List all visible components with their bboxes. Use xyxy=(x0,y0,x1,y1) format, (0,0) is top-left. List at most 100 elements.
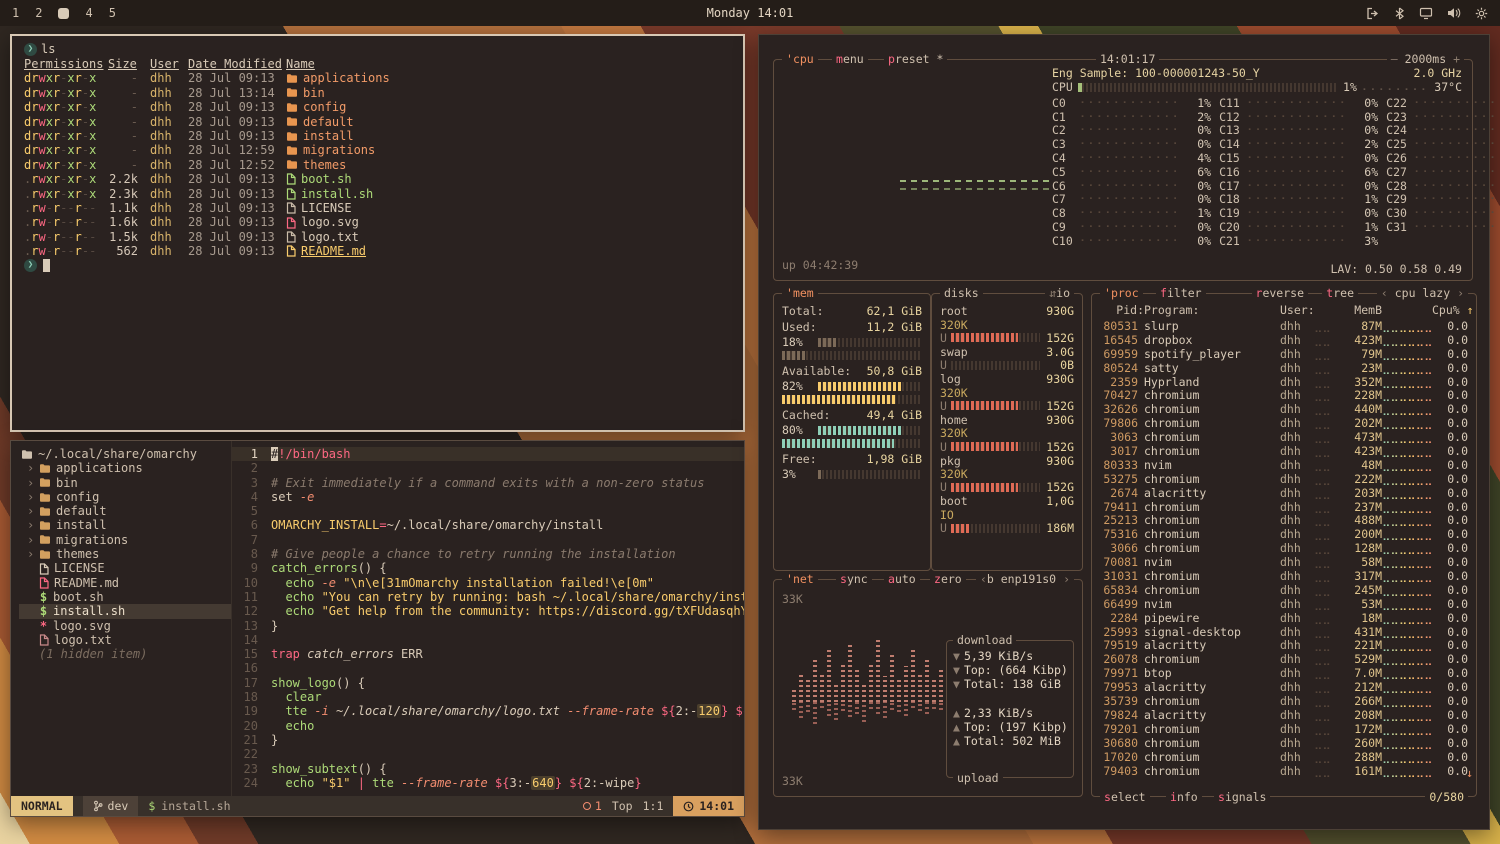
logout-icon[interactable] xyxy=(1366,7,1380,20)
column-name: Name xyxy=(286,57,731,71)
process-row[interactable]: 35739chromiumdhh⣀⣀266M⣀⣀⣀⣀⣀⣀0.0 xyxy=(1100,694,1468,708)
preset-button[interactable]: preset * xyxy=(884,52,947,66)
process-row[interactable]: 80531slurpdhh⣀⣀87M⣀⣀⣀⣀⣀⣀0.0 xyxy=(1100,319,1468,333)
core-meter: ⠂⠂⠂⠂⠂⠂⠂⠂⠂⠂⠂⠂ xyxy=(1080,110,1181,124)
workspace-2[interactable]: 2 xyxy=(35,6,42,20)
process-row[interactable]: 3017chromiumdhh⣀⣀423M⣀⣀⣀⣀⣀⣀0.0 xyxy=(1100,444,1468,458)
process-row[interactable]: 80524sattydhh⣀⣀23M⣀⣀⣀⣀⣀⣀0.0 xyxy=(1100,361,1468,375)
tree-item-label: config xyxy=(56,490,99,504)
prompt-line-active[interactable]: ❯ xyxy=(24,258,731,273)
header-program[interactable]: Program: xyxy=(1144,303,1280,317)
process-row[interactable]: 25213chromiumdhh⣀⣀488M⣀⣀⣀⣀⣀⣀0.0 xyxy=(1100,513,1468,527)
diagnostics-badge[interactable]: 1 xyxy=(583,799,602,813)
workspace-1[interactable]: 1 xyxy=(12,6,19,20)
tree-item[interactable]: ›default xyxy=(19,504,231,518)
process-mem: 260M xyxy=(1336,736,1382,750)
tree-item[interactable]: ›install xyxy=(19,518,231,532)
process-row[interactable]: 25993signal-desktopdhh⣀⣀431M⣀⣀⣀⣀⣀⣀0.0 xyxy=(1100,625,1468,639)
display-icon[interactable] xyxy=(1419,7,1433,20)
process-row[interactable]: 30680chromiumdhh⣀⣀260M⣀⣀⣀⣀⣀⣀0.0 xyxy=(1100,736,1468,750)
process-row[interactable]: 2284pipewiredhh⣀⣀18M⣀⣀⣀⣀⣀⣀0.0 xyxy=(1100,611,1468,625)
filter-button[interactable]: filter xyxy=(1156,286,1206,300)
header-cpu[interactable]: Cpu% ↑ xyxy=(1432,303,1474,317)
process-row[interactable]: 79411chromiumdhh⣀⣀237M⣀⣀⣀⣀⣀⣀0.0 xyxy=(1100,500,1468,514)
net-auto-button[interactable]: auto xyxy=(884,572,920,586)
process-row[interactable]: 32626chromiumdhh⣀⣀440M⣀⣀⣀⣀⣀⣀0.0 xyxy=(1100,402,1468,416)
volume-icon[interactable] xyxy=(1447,7,1461,19)
tree-item[interactable]: *logo.svg xyxy=(19,619,231,633)
workspace-5[interactable]: 5 xyxy=(109,6,116,20)
net-graph-bar xyxy=(855,702,859,714)
process-row[interactable]: 79201chromiumdhh⣀⣀172M⣀⣀⣀⣀⣀⣀0.0 xyxy=(1100,722,1468,736)
process-row[interactable]: 79971btopdhh⣀⣀7.0M⣀⣀⣀⣀⣀⣀0.0 xyxy=(1100,666,1468,680)
net-zero-button[interactable]: zero xyxy=(930,572,966,586)
process-row[interactable]: 2674alacrittydhh⣀⣀203M⣀⣀⣀⣀⣀⣀0.0 xyxy=(1100,486,1468,500)
process-row[interactable]: 79953alacrittydhh⣀⣀212M⣀⣀⣀⣀⣀⣀0.0 xyxy=(1100,680,1468,694)
tree-item[interactable]: ›themes xyxy=(19,547,231,561)
header-user[interactable]: User: xyxy=(1280,303,1314,317)
tree-item[interactable]: ›migrations xyxy=(19,533,231,547)
select-button[interactable]: select xyxy=(1100,790,1150,804)
git-branch[interactable]: dev xyxy=(83,796,139,816)
mem-available-pct: 82% xyxy=(782,379,814,393)
process-row[interactable]: 53275chromiumdhh⣀⣀222M⣀⣀⣀⣀⣀⣀0.0 xyxy=(1100,472,1468,486)
process-row[interactable]: 3063chromiumdhh⣀⣀473M⣀⣀⣀⣀⣀⣀0.0 xyxy=(1100,430,1468,444)
process-row[interactable]: 79806chromiumdhh⣀⣀202M⣀⣀⣀⣀⣀⣀0.0 xyxy=(1100,416,1468,430)
code-editor[interactable]: 1#!/bin/bash23# Exit immediately if a co… xyxy=(231,441,744,796)
process-name: chromium xyxy=(1144,430,1280,444)
tree-button[interactable]: tree xyxy=(1322,286,1358,300)
scroll-down-icon[interactable]: ↓ xyxy=(1466,766,1473,780)
tree-item[interactable]: ›config xyxy=(19,490,231,504)
tree-item[interactable]: $install.sh xyxy=(19,604,231,618)
sort-mode-selector[interactable]: ‹ cpu lazy › xyxy=(1377,286,1468,300)
reverse-button[interactable]: reverse xyxy=(1252,286,1308,300)
process-row[interactable]: 26078chromiumdhh⣀⣀529M⣀⣀⣀⣀⣀⣀0.0 xyxy=(1100,652,1468,666)
process-row[interactable]: 31031chromiumdhh⣀⣀317M⣀⣀⣀⣀⣀⣀0.0 xyxy=(1100,569,1468,583)
tree-item[interactable]: logo.txt xyxy=(19,633,231,647)
workspace-4[interactable]: 4 xyxy=(85,6,92,20)
signals-button[interactable]: signals xyxy=(1214,790,1270,804)
process-row[interactable]: 70427chromiumdhh⣀⣀228M⣀⣀⣀⣀⣀⣀0.0 xyxy=(1100,388,1468,402)
process-mem: 48M xyxy=(1336,458,1382,472)
process-row[interactable]: 66499nvimdhh⣀⣀53M⣀⣀⣀⣀⣀⣀0.0 xyxy=(1100,597,1468,611)
header-memb[interactable]: MemB xyxy=(1336,303,1382,317)
process-row[interactable]: 65834chromiumdhh⣀⣀245M⣀⣀⣀⣀⣀⣀0.0 xyxy=(1100,583,1468,597)
tree-item[interactable]: ›bin xyxy=(19,476,231,490)
process-mem: 172M xyxy=(1336,722,1382,736)
menu-button[interactable]: menu xyxy=(832,52,868,66)
net-sync-button[interactable]: sync xyxy=(836,572,872,586)
tree-item[interactable]: $boot.sh xyxy=(19,590,231,604)
io-mode-toggle[interactable]: ⇵io xyxy=(1045,286,1074,300)
net-interface-selector[interactable]: ‹b enp191s0 › xyxy=(976,572,1074,586)
process-row[interactable]: 16545dropboxdhh⣀⣀423M⣀⣀⣀⣀⣀⣀0.0 xyxy=(1100,333,1468,347)
process-row[interactable]: 80333nvimdhh⣀⣀48M⣀⣀⣀⣀⣀⣀0.0 xyxy=(1100,458,1468,472)
tree-item[interactable]: README.md xyxy=(19,576,231,590)
process-name: Hyprland xyxy=(1144,375,1280,389)
process-row[interactable]: 79519alacrittydhh⣀⣀221M⣀⣀⣀⣀⣀⣀0.0 xyxy=(1100,638,1468,652)
process-row[interactable]: 75316chromiumdhh⣀⣀200M⣀⣀⣀⣀⣀⣀0.0 xyxy=(1100,527,1468,541)
process-row[interactable]: 2359Hyprlanddhh⣀⣀352M⣀⣀⣀⣀⣀⣀0.0 xyxy=(1100,375,1468,389)
process-user: dhh xyxy=(1280,666,1314,680)
tree-root[interactable]: ~/.local/share/omarchy xyxy=(19,447,231,461)
workspace-3-active[interactable] xyxy=(58,8,69,19)
process-row[interactable]: 79824alacrittydhh⣀⣀208M⣀⣀⣀⣀⣀⣀0.0 xyxy=(1100,708,1468,722)
process-mem: 431M xyxy=(1336,625,1382,639)
interval-increase-button[interactable]: + xyxy=(1446,52,1460,66)
interval-decrease-button[interactable]: — xyxy=(1391,52,1405,66)
tree-item[interactable]: (1 hidden item) xyxy=(19,647,231,661)
tree-item[interactable]: LICENSE xyxy=(19,561,231,575)
bluetooth-icon[interactable] xyxy=(1394,7,1405,20)
settings-icon[interactable] xyxy=(1475,7,1488,20)
process-mem: 228M xyxy=(1336,388,1382,402)
process-row[interactable]: 17020chromiumdhh⣀⣀288M⣀⣀⣀⣀⣀⣀0.0 xyxy=(1100,750,1468,764)
script-icon: $ xyxy=(39,590,48,604)
tree-item[interactable]: ›applications xyxy=(19,461,231,475)
file-size: - xyxy=(108,71,150,85)
process-row[interactable]: 69959spotify_playerdhh⣀⣀79M⣀⣀⣀⣀⣀⣀0.0 xyxy=(1100,347,1468,361)
process-row[interactable]: 70081nvimdhh⣀⣀58M⣀⣀⣀⣀⣀⣀0.0 xyxy=(1100,555,1468,569)
process-row[interactable]: 3066chromiumdhh⣀⣀128M⣀⣀⣀⣀⣀⣀0.0 xyxy=(1100,541,1468,555)
process-row[interactable]: 79403chromiumdhh⣀⣀161M⣀⣀⣀⣀⣀⣀0.0 xyxy=(1100,764,1468,778)
info-button[interactable]: info xyxy=(1166,790,1202,804)
process-cpu-graph: ⣀⣀⣀⣀⣀⣀ xyxy=(1382,708,1432,722)
header-pid[interactable]: Pid: xyxy=(1100,303,1144,317)
